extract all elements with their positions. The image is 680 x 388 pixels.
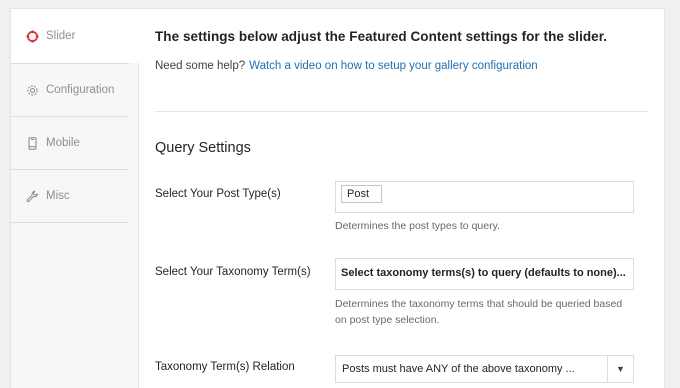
- sidebar-item-configuration[interactable]: Configuration: [11, 63, 129, 117]
- taxonomy-relation-select[interactable]: Posts must have ANY of the above taxonom…: [335, 355, 634, 383]
- gear-icon: [25, 83, 39, 97]
- slider-icon: [25, 29, 39, 43]
- description-line: Determines the taxonomy terms that shoul…: [335, 298, 623, 310]
- help-prefix: Need some help?: [155, 60, 246, 72]
- taxonomy-terms-label: Select Your Taxonomy Term(s): [155, 266, 311, 278]
- post-type-select[interactable]: Post: [335, 181, 634, 213]
- help-video-link[interactable]: Watch a video on how to setup your galle…: [249, 60, 538, 72]
- settings-sidebar: Slider Configuration Mobile Misc: [11, 9, 139, 388]
- sidebar-item-misc[interactable]: Misc: [11, 169, 129, 223]
- taxonomy-relation-value: Posts must have ANY of the above taxonom…: [342, 363, 575, 375]
- divider: [155, 111, 648, 112]
- page-title: The settings below adjust the Featured C…: [155, 29, 608, 44]
- sidebar-item-mobile[interactable]: Mobile: [11, 116, 129, 170]
- description-line: on post type selection.: [335, 314, 440, 326]
- chevron-down-icon[interactable]: ▼: [607, 356, 633, 382]
- help-text: Need some help? Watch a video on how to s…: [155, 60, 538, 72]
- settings-main: The settings below adjust the Featured C…: [155, 9, 650, 388]
- post-type-label: Select Your Post Type(s): [155, 188, 281, 200]
- wrench-icon: [25, 189, 39, 203]
- post-type-description: Determines the post types to query.: [335, 220, 500, 232]
- section-title: Query Settings: [155, 140, 251, 156]
- sidebar-item-slider[interactable]: Slider: [11, 9, 139, 63]
- mobile-icon: [25, 136, 39, 150]
- sidebar-divider: [11, 222, 129, 223]
- taxonomy-terms-select[interactable]: Select taxonomy terms(s) to query (defau…: [335, 258, 634, 290]
- settings-panel: Slider Configuration Mobile Misc The set…: [10, 8, 665, 388]
- sidebar-item-label: Misc: [46, 190, 70, 202]
- sidebar-item-label: Slider: [46, 30, 76, 42]
- taxonomy-terms-placeholder: Select taxonomy terms(s) to query (defau…: [341, 267, 626, 279]
- sidebar-item-label: Mobile: [46, 137, 80, 149]
- post-type-token[interactable]: Post: [341, 185, 383, 203]
- sidebar-item-label: Configuration: [46, 84, 115, 96]
- taxonomy-terms-description: Determines the taxonomy terms that shoul…: [335, 296, 645, 328]
- taxonomy-relation-label: Taxonomy Term(s) Relation: [155, 361, 295, 373]
